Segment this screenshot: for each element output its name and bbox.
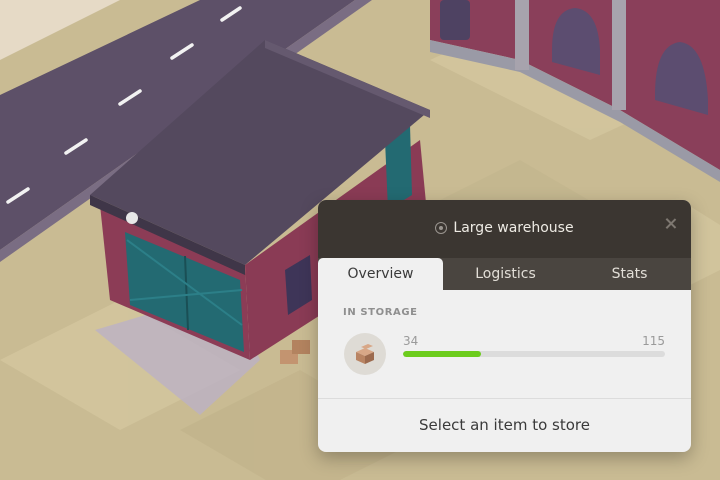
- tab-overview[interactable]: Overview: [318, 258, 443, 290]
- building-info-panel: Large warehouse Overview Logistics Stats…: [318, 200, 691, 452]
- panel-title-row: Large warehouse: [318, 218, 691, 238]
- crate-icon[interactable]: [344, 333, 386, 375]
- select-item-button[interactable]: Select an item to store: [318, 399, 691, 452]
- close-icon[interactable]: [663, 216, 679, 232]
- settings-badge-icon: [435, 222, 448, 234]
- tab-stats[interactable]: Stats: [568, 258, 691, 290]
- storage-progress-fill: [403, 351, 481, 357]
- panel-header: Large warehouse: [318, 200, 691, 258]
- storage-current-amount: 34: [403, 334, 419, 348]
- tab-logistics[interactable]: Logistics: [443, 258, 568, 290]
- storage-section-label: IN STORAGE: [343, 307, 418, 318]
- storage-capacity: 115: [642, 334, 665, 348]
- tab-bar: Overview Logistics Stats: [318, 258, 691, 290]
- panel-title: Large warehouse: [453, 220, 574, 236]
- storage-progress-bar: [403, 351, 665, 357]
